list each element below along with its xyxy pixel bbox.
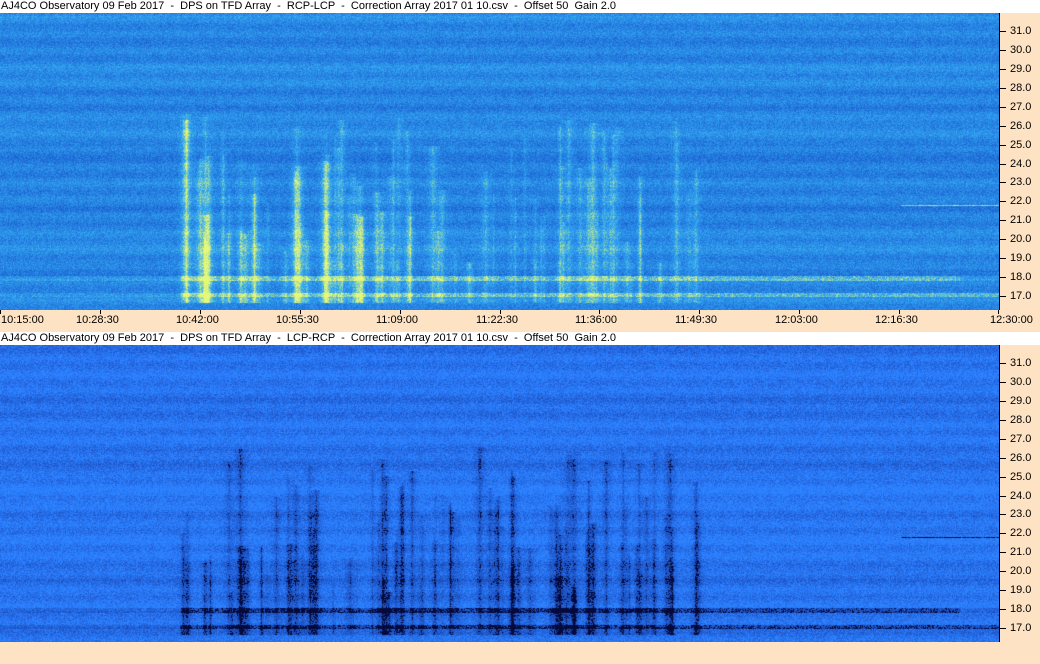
panel-2-spectrogram[interactable] xyxy=(0,345,999,642)
y-tick-label: 27.0 xyxy=(1010,101,1032,113)
y-tick xyxy=(1000,590,1006,591)
y-tick-label: 19.0 xyxy=(1010,252,1032,264)
y-tick-label: 29.0 xyxy=(1010,395,1032,407)
y-tick-label: 28.0 xyxy=(1010,414,1032,426)
y-tick xyxy=(1000,258,1006,259)
y-tick-label: 22.0 xyxy=(1010,527,1032,539)
y-tick-label: 20.0 xyxy=(1010,565,1032,577)
time-tick-label: 11:09:00 xyxy=(376,314,419,326)
time-tick-label: 10:55:30 xyxy=(276,314,319,326)
y-tick xyxy=(1000,628,1006,629)
y-tick xyxy=(1000,126,1006,127)
y-tick-label: 20.0 xyxy=(1010,233,1032,245)
y-tick-label: 25.0 xyxy=(1010,471,1032,483)
y-tick xyxy=(1000,69,1006,70)
y-tick-label: 26.0 xyxy=(1010,452,1032,464)
y-tick-label: 18.0 xyxy=(1010,271,1032,283)
y-tick xyxy=(1000,401,1006,402)
y-tick xyxy=(1000,477,1006,478)
y-tick-label: 17.0 xyxy=(1010,290,1032,302)
y-tick xyxy=(1000,164,1006,165)
y-tick-label: 31.0 xyxy=(1010,357,1032,369)
y-tick xyxy=(1000,458,1006,459)
panel-2-frequency-axis: 31.0 30.0 29.0 28.0 27.0 26.0 25.0 24.0 23.0 22.0… xyxy=(999,345,1040,642)
time-tick-label: 11:22:30 xyxy=(476,314,519,326)
y-tick-label: 17.0 xyxy=(1010,622,1032,634)
time-tick-label: 10:42:00 xyxy=(176,314,219,326)
y-tick xyxy=(1000,182,1006,183)
panel-1-spectrogram[interactable] xyxy=(0,13,999,310)
y-tick xyxy=(1000,296,1006,297)
time-tick-label: 12:03:00 xyxy=(775,314,818,326)
y-tick xyxy=(1000,145,1006,146)
y-tick xyxy=(1000,533,1006,534)
y-tick xyxy=(1000,88,1006,89)
y-tick xyxy=(1000,220,1006,221)
y-tick-label: 30.0 xyxy=(1010,44,1032,56)
y-tick xyxy=(1000,107,1006,108)
y-tick-label: 19.0 xyxy=(1010,584,1032,596)
panel-2-title: AJ4CO Observatory 09 Feb 2017 - DPS on T… xyxy=(0,332,1040,345)
y-tick-label: 30.0 xyxy=(1010,376,1032,388)
time-tick-label: 10:15:00 xyxy=(1,314,44,326)
bottom-axis-strip xyxy=(0,642,1040,664)
y-tick-label: 28.0 xyxy=(1010,82,1032,94)
time-tick-label: 11:36:00 xyxy=(575,314,618,326)
y-tick xyxy=(1000,201,1006,202)
y-tick xyxy=(1000,239,1006,240)
y-tick-label: 18.0 xyxy=(1010,603,1032,615)
time-axis: 10:15:00 10:28:30 10:42:00 10:55:30 11:09:00… xyxy=(0,310,1040,332)
y-tick-label: 21.0 xyxy=(1010,546,1032,558)
y-tick xyxy=(1000,382,1006,383)
y-tick xyxy=(1000,439,1006,440)
time-tick-label: 12:30:00 xyxy=(990,314,1033,326)
y-tick-label: 23.0 xyxy=(1010,176,1032,188)
y-tick xyxy=(1000,50,1006,51)
y-tick xyxy=(1000,496,1006,497)
y-tick-label: 25.0 xyxy=(1010,139,1032,151)
y-tick xyxy=(1000,552,1006,553)
y-tick-label: 31.0 xyxy=(1010,25,1032,37)
panel-1-title: AJ4CO Observatory 09 Feb 2017 - DPS on T… xyxy=(0,0,1040,13)
y-tick-label: 27.0 xyxy=(1010,433,1032,445)
y-tick xyxy=(1000,363,1006,364)
y-tick-label: 23.0 xyxy=(1010,508,1032,520)
y-tick-label: 29.0 xyxy=(1010,63,1032,75)
time-tick-label: 11:49:30 xyxy=(675,314,718,326)
y-tick xyxy=(1000,514,1006,515)
y-tick xyxy=(1000,420,1006,421)
time-tick-label: 12:16:30 xyxy=(875,314,918,326)
y-tick xyxy=(1000,277,1006,278)
time-tick-label: 10:28:30 xyxy=(76,314,119,326)
y-tick-label: 21.0 xyxy=(1010,214,1032,226)
y-tick xyxy=(1000,571,1006,572)
y-tick-label: 26.0 xyxy=(1010,120,1032,132)
y-tick xyxy=(1000,31,1006,32)
y-tick-label: 22.0 xyxy=(1010,195,1032,207)
y-tick xyxy=(1000,609,1006,610)
y-tick-label: 24.0 xyxy=(1010,158,1032,170)
y-tick-label: 24.0 xyxy=(1010,490,1032,502)
panel-1-frequency-axis: 31.0 30.0 29.0 28.0 27.0 26.0 25.0 24.0 23.0 22.0… xyxy=(999,13,1040,310)
